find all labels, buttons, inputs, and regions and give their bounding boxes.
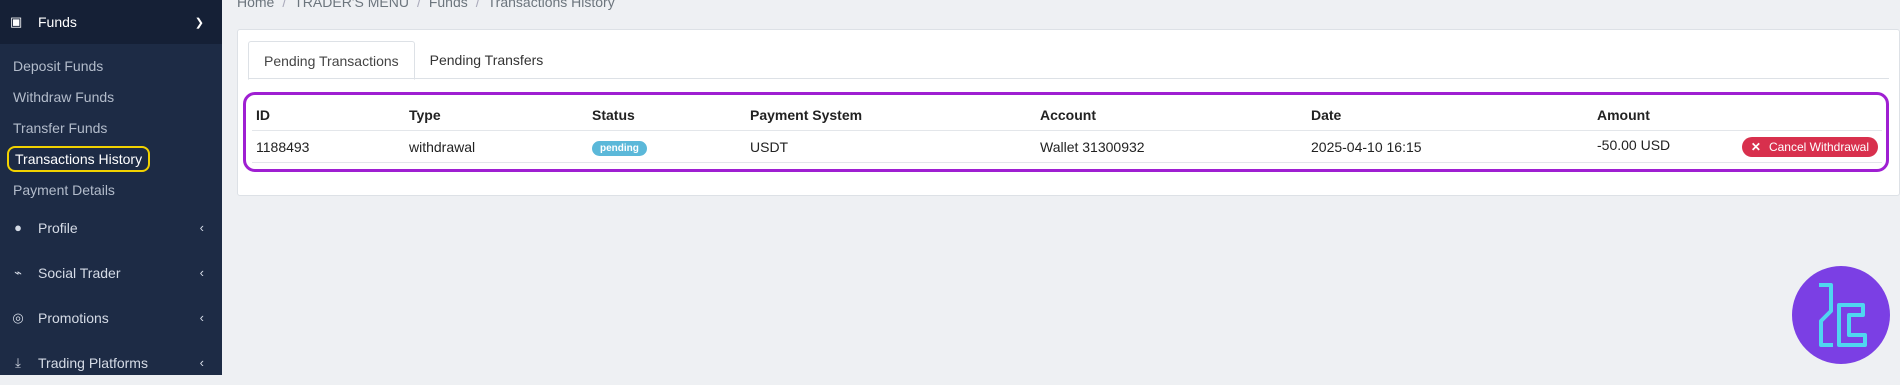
column-header-account: Account bbox=[1036, 99, 1307, 131]
chevron-left-icon: ‹ bbox=[199, 355, 204, 370]
transactions-panel: Pending Transactions Pending Transfers I… bbox=[237, 29, 1900, 196]
cancel-withdrawal-label: Cancel Withdrawal bbox=[1768, 139, 1869, 154]
transactions-table: ID Type Status Payment System Account Da… bbox=[252, 99, 1882, 163]
breadcrumb: Home / TRADER'S MENU / Funds / Transactions Hi… bbox=[237, 0, 615, 10]
tab-pending-transfers[interactable]: Pending Transfers bbox=[414, 41, 559, 79]
sidebar-subitem-transfer-funds[interactable]: Transfer Funds bbox=[0, 112, 222, 143]
sidebar-subitem-withdraw-funds[interactable]: Withdraw Funds bbox=[0, 81, 222, 112]
sidebar-section-label: Funds bbox=[38, 14, 77, 30]
cell-amount: -50.00 USD bbox=[1597, 136, 1671, 153]
breadcrumb-funds[interactable]: Funds bbox=[429, 0, 468, 10]
breadcrumb-traders-menu[interactable]: TRADER'S MENU bbox=[294, 0, 409, 10]
cell-date: 2025-04-10 16:15 bbox=[1307, 130, 1593, 163]
cancel-withdrawal-button[interactable]: ✕ Cancel Withdrawal bbox=[1741, 136, 1878, 157]
chart-icon: ⌁ bbox=[14, 264, 22, 280]
breadcrumb-current: Transactions History bbox=[487, 0, 615, 10]
sidebar-subitem-deposit-funds[interactable]: Deposit Funds bbox=[0, 50, 222, 81]
sidebar-item-profile[interactable]: ● Profile ‹ bbox=[0, 205, 222, 250]
sidebar-item-trading-platforms[interactable]: ⤓ Trading Platforms ‹ bbox=[0, 340, 222, 385]
chevron-left-icon: ‹ bbox=[199, 310, 204, 325]
sidebar-subitem-payment-details[interactable]: Payment Details bbox=[0, 174, 222, 205]
chevron-left-icon: ‹ bbox=[199, 220, 204, 235]
cell-account: Wallet 31300932 bbox=[1036, 130, 1307, 163]
chevron-down-icon: ❯ bbox=[194, 16, 204, 29]
column-header-type: Type bbox=[405, 99, 588, 131]
column-header-amount: Amount bbox=[1593, 99, 1882, 131]
column-header-status: Status bbox=[588, 99, 746, 131]
sidebar-item-social-trader[interactable]: ⌁ Social Trader ‹ bbox=[0, 250, 222, 295]
close-icon: ✕ bbox=[1750, 139, 1761, 154]
user-icon: ● bbox=[14, 220, 22, 235]
column-header-payment-system: Payment System bbox=[746, 99, 1036, 131]
sidebar-subitem-transactions-history[interactable]: Transactions History bbox=[0, 143, 222, 174]
funds-submenu: Deposit Funds Withdraw Funds Transfer Fu… bbox=[0, 44, 222, 205]
sidebar-section-funds[interactable]: ▣ Funds ❯ bbox=[0, 0, 222, 44]
wallet-icon: ▣ bbox=[10, 14, 23, 29]
breadcrumb-home[interactable]: Home bbox=[237, 0, 274, 10]
chevron-left-icon: ‹ bbox=[199, 265, 204, 280]
sidebar: ▣ Funds ❯ Deposit Funds Withdraw Funds T… bbox=[0, 0, 222, 375]
status-badge: pending bbox=[592, 140, 647, 156]
tabs: Pending Transactions Pending Transfers bbox=[248, 41, 559, 80]
table-row: 1188493 withdrawal pending USDT Wallet 3… bbox=[252, 130, 1882, 163]
cell-payment-system: USDT bbox=[746, 130, 1036, 163]
column-header-id: ID bbox=[252, 99, 405, 131]
cell-type: withdrawal bbox=[405, 130, 588, 163]
tab-pending-transactions[interactable]: Pending Transactions bbox=[248, 41, 415, 80]
table-header-row: ID Type Status Payment System Account Da… bbox=[252, 99, 1882, 131]
brand-logo-icon bbox=[1792, 266, 1890, 364]
highlighted-table: ID Type Status Payment System Account Da… bbox=[243, 92, 1889, 172]
cell-id: 1188493 bbox=[252, 130, 405, 163]
sidebar-item-promotions[interactable]: ◎ Promotions ‹ bbox=[0, 295, 222, 340]
globe-icon: ◎ bbox=[12, 309, 24, 325]
column-header-date: Date bbox=[1307, 99, 1593, 131]
download-icon: ⤓ bbox=[15, 354, 21, 370]
